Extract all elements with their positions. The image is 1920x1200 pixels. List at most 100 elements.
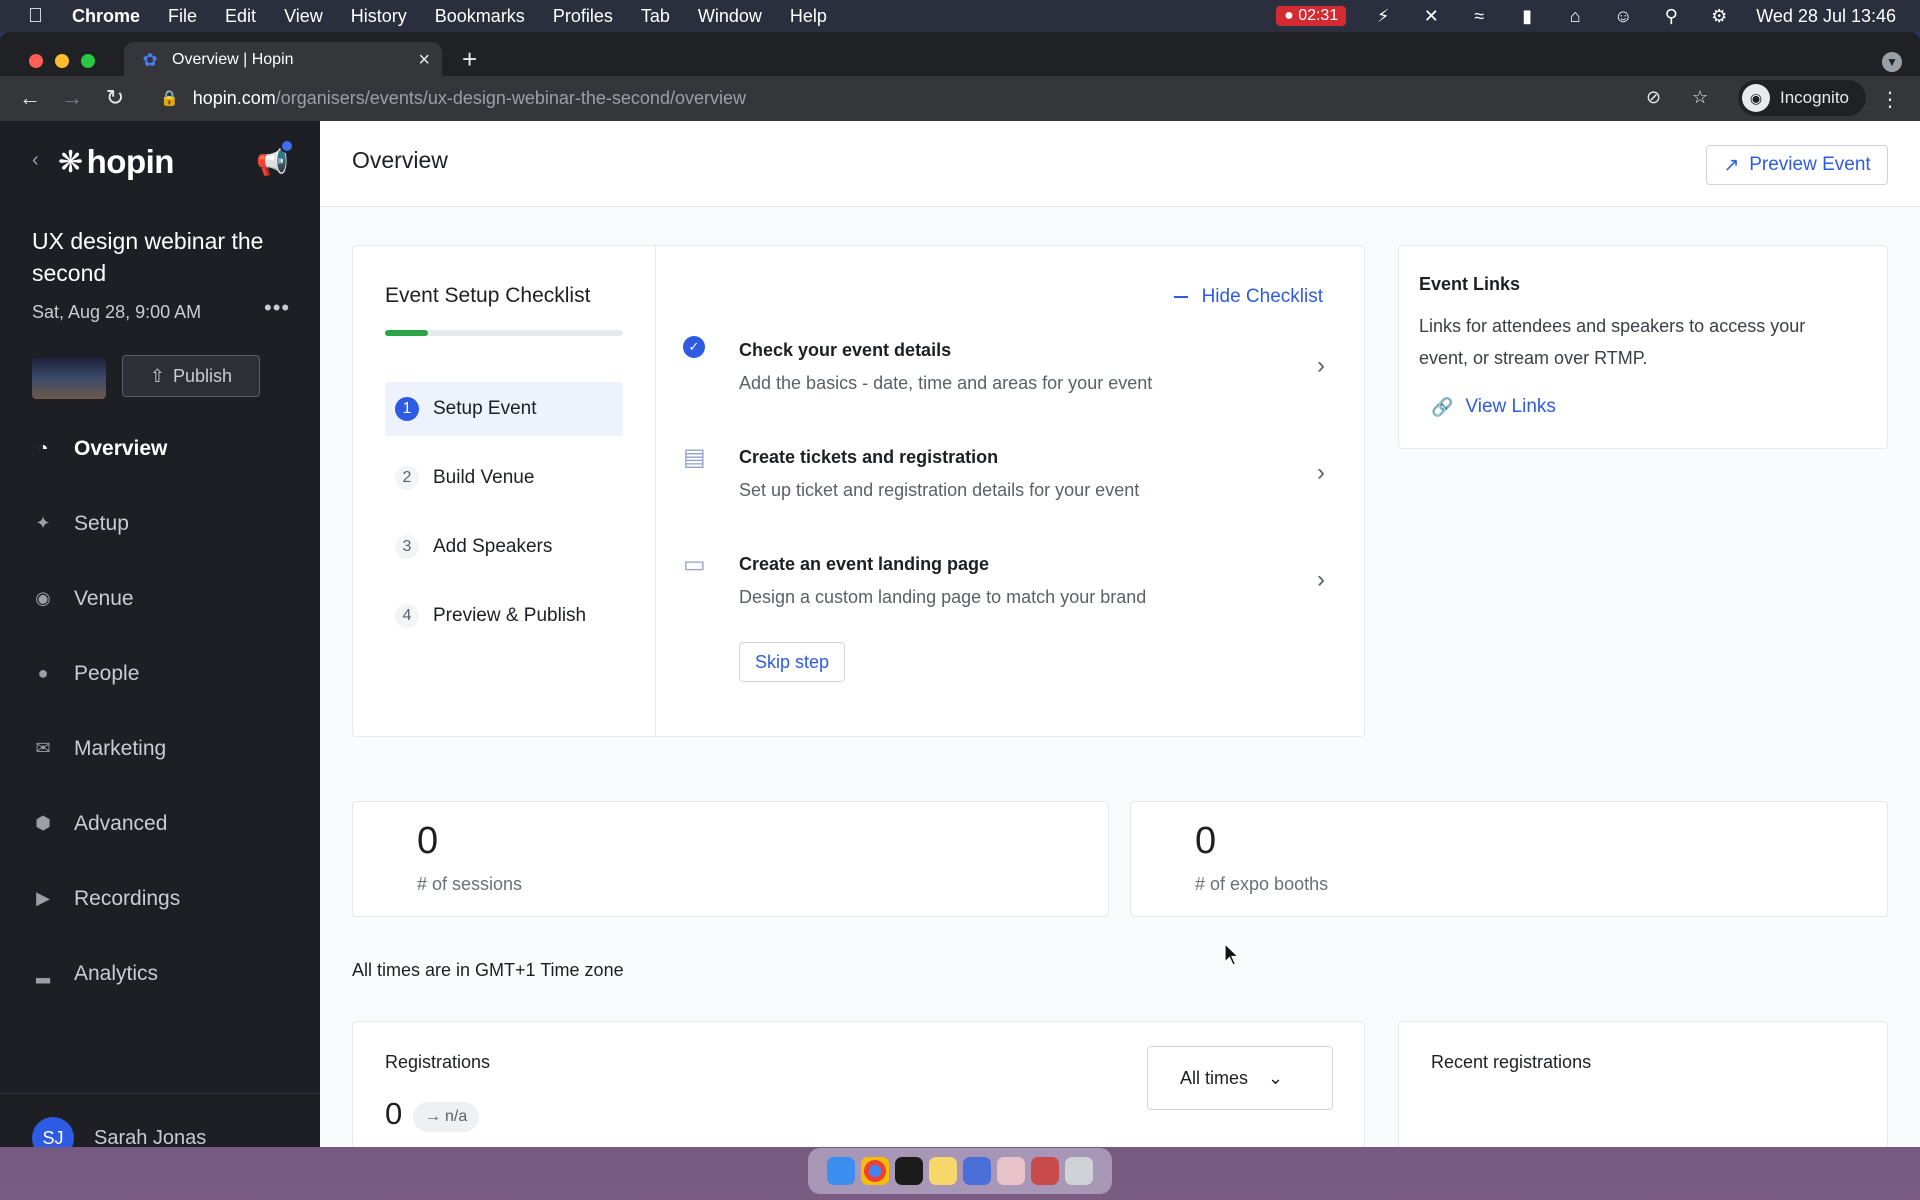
- window-zoom-button[interactable]: [81, 54, 95, 68]
- menu-view[interactable]: View: [284, 6, 323, 27]
- airdrop-icon[interactable]: ≈: [1468, 6, 1490, 26]
- address-bar[interactable]: 🔒 hopin.com/organisers/events/ux-design-…: [146, 80, 1726, 116]
- upload-icon: ⇧: [149, 365, 166, 386]
- search-icon[interactable]: ⚲: [1660, 6, 1682, 26]
- event-title: UX design webinar the second: [32, 228, 264, 286]
- step-setup-event[interactable]: 1 Setup Event: [385, 382, 623, 436]
- magic-wand-icon: ✦: [35, 513, 51, 533]
- mouse-cursor-icon: [1224, 943, 1240, 966]
- chrome-icon[interactable]: [861, 1157, 889, 1185]
- preview-app-icon[interactable]: [1031, 1157, 1059, 1185]
- sidebar-item-label: Recordings: [74, 886, 181, 910]
- spark-icon[interactable]: [963, 1157, 991, 1185]
- user-profile[interactable]: SJ Sarah Jonas: [32, 1117, 206, 1147]
- new-tab-button[interactable]: +: [462, 44, 477, 75]
- menu-bookmarks[interactable]: Bookmarks: [435, 6, 525, 27]
- menu-window[interactable]: Window: [698, 6, 762, 27]
- task-create-landing-page[interactable]: ▭ Create an event landing page Design a …: [657, 550, 1365, 630]
- notes-icon[interactable]: [929, 1157, 957, 1185]
- finder-icon[interactable]: [827, 1157, 855, 1185]
- user-account-icon[interactable]: ☺: [1612, 6, 1634, 26]
- tab-close-icon[interactable]: ×: [418, 49, 430, 72]
- menu-help[interactable]: Help: [790, 6, 827, 27]
- browser-menu-icon[interactable]: ⋮: [1880, 87, 1900, 112]
- sidebar-item-people[interactable]: ● People: [0, 636, 320, 711]
- sidebar-item-advanced[interactable]: ⬢ Advanced: [0, 786, 320, 861]
- sidebar-item-overview[interactable]: ◔ Overview: [0, 411, 320, 486]
- window-minimize-button[interactable]: [55, 54, 69, 68]
- bookmark-star-icon[interactable]: ☆: [1692, 87, 1708, 108]
- checklist-title: Event Setup Checklist: [385, 284, 591, 307]
- checklist-tasks-panel: Hide Checklist ✦✓ Check your event detai…: [657, 246, 1365, 736]
- control-center-icon[interactable]: ⚙: [1708, 6, 1730, 26]
- step-number: 2: [395, 466, 419, 490]
- menu-file[interactable]: File: [168, 6, 197, 27]
- task-check-event-details[interactable]: ✦✓ Check your event details Add the basi…: [657, 336, 1365, 416]
- menu-history[interactable]: History: [351, 6, 407, 27]
- page-title: Overview: [352, 147, 448, 173]
- terminal-icon[interactable]: [895, 1157, 923, 1185]
- logo-text: hopin: [86, 143, 175, 180]
- reload-icon[interactable]: ↻: [103, 85, 127, 111]
- step-label: Preview & Publish: [433, 605, 587, 626]
- step-label: Add Speakers: [433, 536, 553, 557]
- apple-icon[interactable]: : [28, 5, 52, 28]
- sidebar-item-marketing[interactable]: ✉ Marketing: [0, 711, 320, 786]
- back-arrow-icon[interactable]: ←: [18, 85, 42, 111]
- view-links-button[interactable]: 🔗 View Links: [1431, 396, 1556, 418]
- tab-search-icon[interactable]: ▼: [1882, 52, 1902, 72]
- sidebar-item-venue[interactable]: ◉ Venue: [0, 561, 320, 636]
- menu-app-name[interactable]: Chrome: [72, 6, 140, 27]
- bolt-icon[interactable]: ⚡: [1372, 6, 1394, 26]
- tab-title: Overview | Hopin: [172, 51, 294, 68]
- forward-arrow-icon[interactable]: →: [60, 85, 84, 111]
- menubar-clock[interactable]: Wed 28 Jul 13:46: [1756, 6, 1896, 27]
- skip-step-button[interactable]: Skip step: [739, 642, 845, 682]
- step-preview-publish[interactable]: 4 Preview & Publish: [385, 589, 623, 643]
- step-build-venue[interactable]: 2 Build Venue: [385, 451, 623, 505]
- hide-checklist-label: Hide Checklist: [1201, 286, 1323, 307]
- more-options-icon[interactable]: •••: [264, 295, 290, 321]
- menu-profiles[interactable]: Profiles: [553, 6, 613, 27]
- sidebar-item-analytics[interactable]: ▂ Analytics: [0, 936, 320, 1011]
- screen-recording-indicator[interactable]: ● 02:31: [1276, 6, 1347, 26]
- step-number: 4: [395, 604, 419, 628]
- preview-event-button[interactable]: ↗ Preview Event: [1706, 145, 1888, 185]
- sessions-stat-card: 0 # of sessions: [352, 801, 1109, 917]
- avatar: SJ: [32, 1117, 74, 1147]
- task-subtitle: Design a custom landing page to match yo…: [739, 587, 1147, 607]
- checkmark-icon: ✓: [683, 336, 705, 358]
- registrations-card: Registrations 0 → n/a All times ⌄: [352, 1021, 1365, 1147]
- sidebar-item-recordings[interactable]: ▶ Recordings: [0, 861, 320, 936]
- event-thumbnail[interactable]: [32, 357, 106, 399]
- hopin-favicon-icon: ✿: [142, 50, 158, 70]
- registrations-title: Registrations: [385, 1052, 491, 1072]
- browser-tab-active[interactable]: ✿ Overview | Hopin ×: [124, 42, 442, 78]
- task-create-tickets[interactable]: ▤ Create tickets and registration Set up…: [657, 443, 1365, 523]
- time-range-select[interactable]: All times ⌄: [1147, 1046, 1333, 1110]
- sidebar-item-setup[interactable]: ✦ Setup: [0, 486, 320, 561]
- sidebar-item-label: Marketing: [74, 736, 167, 760]
- browser-toolbar: ← → ↻ 🔒 hopin.com/organisers/events/ux-d…: [0, 76, 1920, 121]
- trash-icon[interactable]: [1065, 1157, 1093, 1185]
- eye-off-icon[interactable]: ⊘: [1646, 87, 1661, 108]
- step-add-speakers[interactable]: 3 Add Speakers: [385, 520, 623, 574]
- window-close-button[interactable]: [29, 54, 43, 68]
- expo-booths-label: # of expo booths: [1195, 874, 1329, 894]
- hopin-logo[interactable]: ❋ hopin: [58, 143, 174, 181]
- sidebar-item-label: Advanced: [74, 811, 168, 835]
- battery-icon[interactable]: ▮: [1516, 6, 1538, 26]
- expo-booths-count: 0: [1195, 820, 1217, 862]
- menu-tab[interactable]: Tab: [641, 6, 670, 27]
- hide-checklist-button[interactable]: Hide Checklist: [1173, 286, 1323, 308]
- event-date: Sat, Aug 28, 9:00 AM: [32, 302, 202, 322]
- folder-icon[interactable]: [997, 1157, 1025, 1185]
- incognito-indicator[interactable]: ◉ Incognito: [1738, 80, 1866, 116]
- bluetooth-icon[interactable]: ✕: [1420, 6, 1442, 26]
- back-chevron-icon[interactable]: ‹: [32, 149, 39, 172]
- menu-edit[interactable]: Edit: [225, 6, 256, 27]
- lock-icon[interactable]: 🔒: [160, 89, 179, 107]
- hopin-logo-icon: ❋: [58, 145, 83, 179]
- publish-button[interactable]: ⇧ Publish: [122, 355, 260, 397]
- wifi-icon[interactable]: ⌂: [1564, 6, 1586, 26]
